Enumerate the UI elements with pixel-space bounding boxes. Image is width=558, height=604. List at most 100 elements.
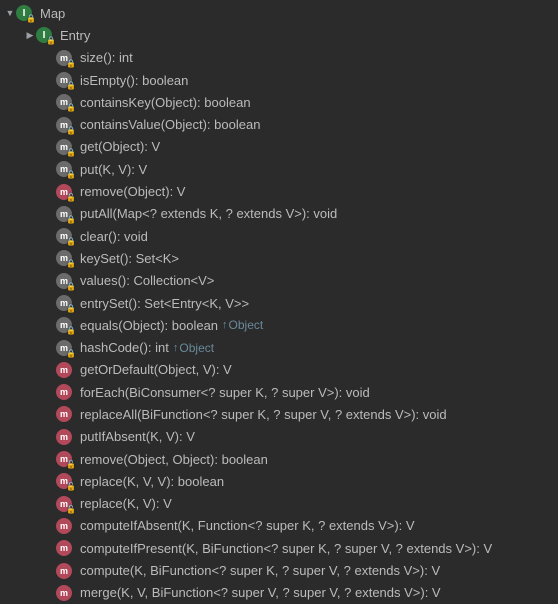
tree-row-method[interactable]: 🔒isEmpty(): boolean [0, 69, 558, 91]
lock-icon: 🔒 [26, 14, 36, 23]
node-label: replace(K, V, V): boolean [80, 474, 224, 489]
tree-row-method[interactable]: computeIfPresent(K, BiFunction<? super K… [0, 537, 558, 559]
tree-row-method[interactable]: computeIfAbsent(K, Function<? super K, ?… [0, 515, 558, 537]
lock-icon: 🔒 [66, 349, 76, 358]
node-label: entrySet(): Set<Entry<K, V>> [80, 296, 249, 311]
tree-row-method[interactable]: 🔓 replace(K, V): V [0, 493, 558, 515]
method-icon [56, 406, 72, 422]
method-icon [56, 563, 72, 579]
method-icon [56, 540, 72, 556]
expand-arrow-icon[interactable]: ▼ [4, 8, 16, 18]
method-icon: 🔒 [56, 50, 72, 66]
method-icon: 🔒 [56, 228, 72, 244]
lock-icon: 🔒 [66, 304, 76, 313]
tree-row-method[interactable]: replaceAll(BiFunction<? super K, ? super… [0, 403, 558, 425]
tree-row-method[interactable]: 🔓 remove(Object, Object): boolean [0, 448, 558, 470]
node-label: compute(K, BiFunction<? super K, ? super… [80, 563, 440, 578]
lock-icon: 🔒 [46, 36, 56, 45]
lock-icon: 🔒 [66, 148, 76, 157]
lock-icon: 🔒 [66, 282, 76, 291]
node-label: Entry [60, 28, 90, 43]
node-label: putIfAbsent(K, V): V [80, 429, 195, 444]
node-label: get(Object): V [80, 139, 160, 154]
method-icon: 🔒 [56, 273, 72, 289]
lock-icon: 🔒 [66, 237, 76, 246]
unlock-icon: 🔓 [66, 505, 76, 514]
unlock-icon: 🔓 [66, 460, 76, 469]
unlock-icon: 🔓 [66, 193, 76, 202]
lock-icon: 🔒 [66, 326, 76, 335]
tree-row-method[interactable]: 🔒 put(K, V): V [0, 158, 558, 180]
method-icon [56, 585, 72, 601]
node-label: putAll(Map<? extends K, ? extends V>): v… [80, 206, 337, 221]
override-up-icon: ↑ [173, 342, 179, 354]
method-icon: 🔓 [56, 184, 72, 200]
tree-row-method[interactable]: 🔒 putAll(Map<? extends K, ? extends V>): … [0, 203, 558, 225]
tree-row-method[interactable]: merge(K, V, BiFunction<? super V, ? supe… [0, 582, 558, 604]
method-icon: 🔓 [56, 451, 72, 467]
node-label: containsKey(Object): boolean [80, 95, 251, 110]
tree-row-method[interactable]: 🔒 entrySet(): Set<Entry<K, V>> [0, 292, 558, 314]
method-icon [56, 384, 72, 400]
node-label: remove(Object): V [80, 184, 185, 199]
tree-row-method[interactable]: 🔒equals(Object): boolean↑Object [0, 314, 558, 336]
tree-row-method[interactable]: 🔒 size(): int [0, 47, 558, 69]
tree-row-root[interactable]: ▼🔒Map [0, 2, 558, 24]
tree-row-method[interactable]: putIfAbsent(K, V): V [0, 426, 558, 448]
node-label: equals(Object): boolean [80, 318, 218, 333]
tree-row-method[interactable]: compute(K, BiFunction<? super K, ? super… [0, 559, 558, 581]
node-label: remove(Object, Object): boolean [80, 452, 268, 467]
node-label: replaceAll(BiFunction<? super K, ? super… [80, 407, 447, 422]
tree-row-method[interactable]: forEach(BiConsumer<? super K, ? super V>… [0, 381, 558, 403]
node-label: computeIfAbsent(K, Function<? super K, ?… [80, 518, 415, 533]
tree-row-method[interactable]: 🔒 get(Object): V [0, 136, 558, 158]
node-label: hashCode(): int [80, 340, 169, 355]
tree-row-interface[interactable]: ▶🔒Entry [0, 24, 558, 46]
method-icon [56, 362, 72, 378]
method-icon: 🔒 [56, 317, 72, 333]
tree-row-method[interactable]: getOrDefault(Object, V): V [0, 359, 558, 381]
tree-row-method[interactable]: 🔒values(): Collection<V> [0, 270, 558, 292]
node-label: clear(): void [80, 229, 148, 244]
node-label: getOrDefault(Object, V): V [80, 362, 232, 377]
unlock-icon: 🔓 [66, 482, 76, 491]
method-icon: 🔒 [56, 94, 72, 110]
node-label: put(K, V): V [80, 162, 147, 177]
origin-label: Object [179, 341, 214, 355]
method-icon: 🔒 [56, 295, 72, 311]
tree-row-method[interactable]: 🔒 clear(): void [0, 225, 558, 247]
tree-row-method[interactable]: 🔒 hashCode(): int ↑Object [0, 336, 558, 358]
override-up-icon: ↑ [222, 319, 228, 331]
method-icon: 🔒 [56, 117, 72, 133]
lock-icon: 🔒 [66, 215, 76, 224]
method-icon [56, 429, 72, 445]
lock-icon: 🔒 [66, 259, 76, 268]
node-label: merge(K, V, BiFunction<? super V, ? supe… [80, 585, 441, 600]
method-icon: 🔒 [56, 139, 72, 155]
node-label: size(): int [80, 50, 133, 65]
interface-icon: 🔒 [16, 5, 32, 21]
tree-row-method[interactable]: 🔓 replace(K, V, V): boolean [0, 470, 558, 492]
method-icon: 🔓 [56, 473, 72, 489]
method-icon: 🔒 [56, 340, 72, 356]
tree-row-method[interactable]: 🔒 containsKey(Object): boolean [0, 91, 558, 113]
node-label: keySet(): Set<K> [80, 251, 179, 266]
method-icon [56, 518, 72, 534]
tree-row-method[interactable]: 🔒 containsValue(Object): boolean [0, 113, 558, 135]
lock-icon: 🔒 [66, 126, 76, 135]
interface-icon: 🔒 [36, 27, 52, 43]
node-label: forEach(BiConsumer<? super K, ? super V>… [80, 385, 370, 400]
method-icon: 🔓 [56, 496, 72, 512]
tree-row-method[interactable]: 🔓 remove(Object): V [0, 180, 558, 202]
method-icon: 🔒 [56, 161, 72, 177]
lock-icon: 🔒 [66, 59, 76, 68]
method-icon: 🔒 [56, 250, 72, 266]
lock-icon: 🔒 [66, 170, 76, 179]
expand-arrow-icon[interactable]: ▶ [24, 30, 36, 41]
node-label: Map [40, 6, 65, 21]
lock-icon: 🔒 [66, 81, 76, 90]
tree-row-method[interactable]: 🔒 keySet(): Set<K> [0, 247, 558, 269]
node-label: replace(K, V): V [80, 496, 172, 511]
node-label: containsValue(Object): boolean [80, 117, 260, 132]
structure-tree: ▼🔒Map▶🔒Entry🔒size(): int🔒isEmpty(): bool… [0, 2, 558, 604]
